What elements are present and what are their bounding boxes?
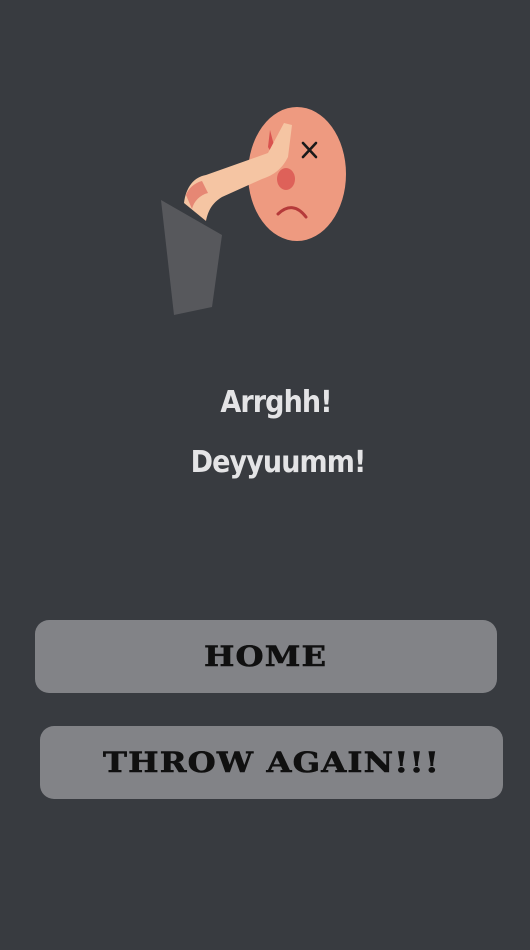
home-button[interactable]: HOME bbox=[35, 620, 497, 693]
sleeve-shape bbox=[161, 200, 222, 315]
cheek-blush bbox=[277, 168, 295, 190]
home-button-label: HOME bbox=[204, 640, 328, 674]
message-line-1: Arrghh! bbox=[220, 385, 332, 420]
throw-again-button-label: THROW AGAIN!!! bbox=[102, 746, 441, 780]
message-line-2: Deyyuumm! bbox=[190, 445, 367, 480]
facepalm-illustration bbox=[150, 95, 360, 325]
throw-again-button[interactable]: THROW AGAIN!!! bbox=[40, 726, 503, 799]
